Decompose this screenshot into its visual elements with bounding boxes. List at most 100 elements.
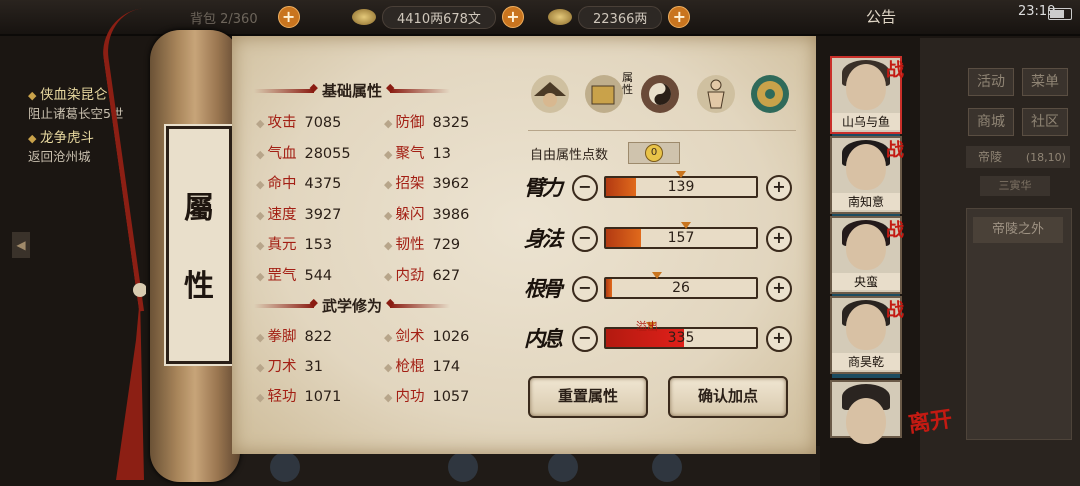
stat-value: 1026 [432,329,470,345]
add-money-button[interactable]: + [501,6,524,28]
stat-label: 躲闪 [395,206,425,223]
stat-label: 罡气 [267,267,297,284]
confirm-points-button[interactable]: 确认加点 [668,376,788,418]
battery-icon [1048,8,1072,20]
free-points-display: 0 [628,142,680,164]
stat-label: 攻击 [267,115,297,131]
area-panel: 帝陵之外 [966,208,1072,440]
activity-button[interactable]: 活动 [968,68,1014,96]
add-bag-button[interactable]: + [277,6,300,28]
party-portrait-extra[interactable] [830,380,902,444]
notice-button[interactable]: 公告 [866,6,896,27]
free-points-value: 0 [645,144,663,162]
party-portrait[interactable]: 商昊乾 战 [830,296,904,378]
tab-active-label: 属性 [622,71,633,96]
stat-label: 聚气 [395,145,425,162]
battle-tag: 战 [886,220,904,241]
stat-label: 命中 [267,176,297,192]
sub-location: 三寅华 [980,176,1050,196]
menu-button[interactable]: 菜单 [1022,68,1068,96]
party-member-name: 央蛮 [832,273,900,290]
attribute-bar: 157 [604,222,758,249]
silver-display: 22366两 + [548,5,691,29]
toolbar-icon[interactable] [270,452,300,482]
attribute-bar: 139 [604,171,758,198]
stat-row: ◆ 躲闪 3986 [384,206,470,223]
stat-value: 13 [432,145,451,162]
character-hat-icon[interactable] [530,74,570,114]
stat-label: 真元 [267,237,297,253]
increase-attribute-button[interactable]: + [766,226,792,252]
stat-label: 轻功 [267,389,297,405]
attribute-scroll-icon[interactable] [584,74,624,114]
toolbar-icon[interactable] [448,452,478,482]
tassel-decoration [116,283,146,480]
stat-row: ◆ 速度 3927 [256,206,342,223]
party-portrait[interactable]: 山乌与鱼 战 [830,56,904,138]
taiji-icon[interactable] [640,74,680,114]
attribute-value: 157 [667,230,695,246]
party-member-name: 山乌与鱼 [832,113,900,130]
decrease-attribute-button[interactable]: − [572,175,598,201]
attribute-value: 139 [667,179,695,195]
reset-attributes-button[interactable]: 重置属性 [528,376,648,418]
increase-attribute-button[interactable]: + [766,175,792,201]
avatar [846,304,886,350]
stat-row: ◆ 内劲 627 [384,267,461,284]
avatar [846,144,886,190]
collapse-left-arrow-icon[interactable]: ◀ [12,232,30,258]
stat-value: 174 [432,359,461,375]
stat-value: 3986 [432,206,470,223]
attribute-value: 335 [667,330,695,346]
toolbar-icon[interactable] [652,452,682,482]
compass-icon[interactable] [750,74,790,114]
community-button[interactable]: 社区 [1022,108,1068,136]
stat-label: 韧性 [395,237,425,253]
divider [528,130,796,131]
stat-label: 防御 [395,115,425,131]
martial-header: 武学修为 [254,295,451,316]
stat-value: 31 [304,359,323,375]
stat-value: 4375 [304,176,342,192]
stat-value: 544 [304,267,333,284]
attribute-name: 根骨 [524,276,563,301]
leave-button[interactable]: 离开 [906,401,954,439]
stat-value: 7085 [304,115,342,131]
increase-attribute-button[interactable]: + [766,276,792,302]
stat-label: 气血 [267,145,297,162]
add-silver-button[interactable]: + [668,6,691,28]
stat-label: 速度 [267,206,297,223]
stat-value: 822 [304,329,333,345]
money-icon [352,9,376,25]
stat-label: 招架 [395,176,425,192]
attribute-marker-icon [652,272,662,279]
party-member-name: 南知意 [832,193,900,210]
stat-label: 内功 [395,389,425,405]
shop-button[interactable]: 商城 [968,108,1014,136]
attribute-value: 26 [672,280,690,296]
stat-value: 8325 [432,115,470,131]
decrease-attribute-button[interactable]: − [572,226,598,252]
stat-row: ◆ 命中 4375 [256,176,342,192]
decrease-attribute-button[interactable]: − [572,326,598,352]
area-button[interactable]: 帝陵之外 [973,217,1063,243]
attribute-name: 内息 [524,326,563,351]
stat-label: 拳脚 [267,329,297,345]
stat-value: 729 [432,237,461,253]
toolbar-icon[interactable] [548,452,578,482]
decrease-attribute-button[interactable]: − [572,276,598,302]
stat-value: 627 [432,267,461,284]
stat-row: ◆ 防御 8325 [384,115,470,131]
stat-row: ◆ 刀术 31 [256,359,323,375]
stat-row: ◆ 罡气 544 [256,267,333,284]
money-display: 4410两678文 + [352,5,524,29]
party-portrait[interactable]: 央蛮 战 [830,216,904,298]
scroll-title-char: 屬 [184,191,214,226]
party-portrait[interactable]: 南知意 战 [830,136,904,218]
attribute-bar: 335 [604,322,758,349]
stat-value: 3962 [432,176,470,192]
stat-label: 剑术 [395,329,425,345]
base-attributes-header: 基础属性 [254,80,451,101]
meridian-body-icon[interactable] [696,74,736,114]
increase-attribute-button[interactable]: + [766,326,792,352]
